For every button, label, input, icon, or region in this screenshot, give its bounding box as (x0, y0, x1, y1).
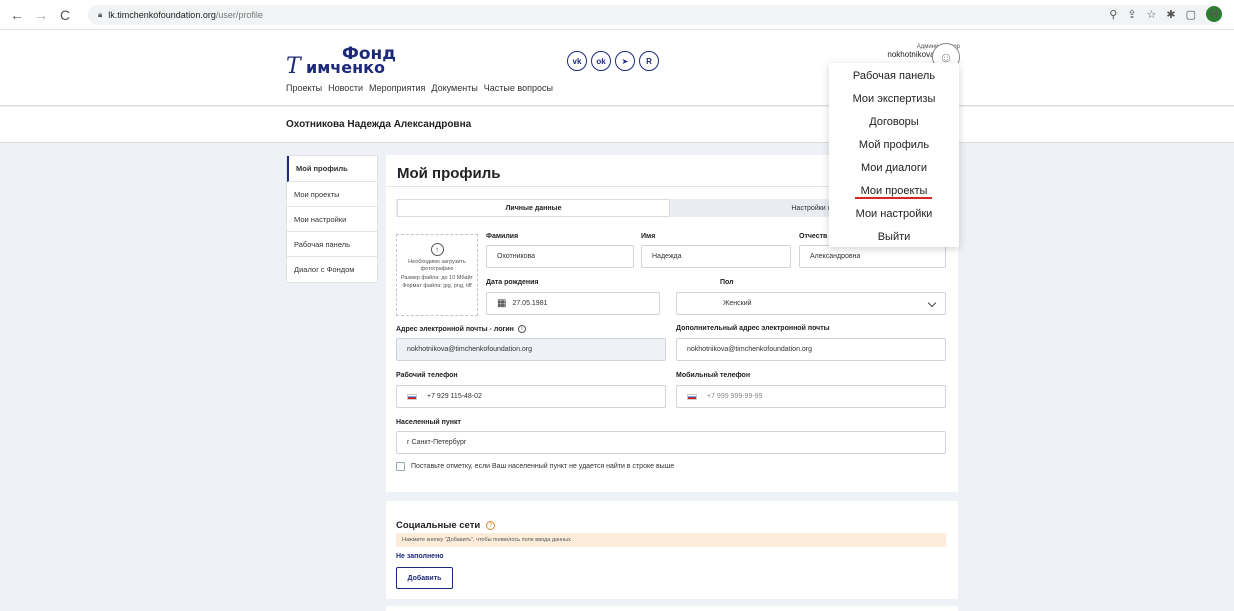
photo-size-hint: Размер файла: до 10 Мбайт (400, 275, 474, 281)
nav-documents[interactable]: Документы (431, 83, 477, 93)
mobile-phone-placeholder: +7 999 999-99-99 (707, 393, 763, 400)
next-card (386, 606, 958, 611)
telegram-icon[interactable]: ➤ (615, 51, 635, 71)
zoom-icon[interactable]: ⚲ (1109, 8, 1117, 21)
profile-name-bar: Охотникова Надежда Александровна (0, 107, 1234, 143)
site-header: Т Фонд имченко Проекты Новости Мероприят… (0, 30, 1234, 106)
email-label: Адрес электронной почты - логин i (396, 325, 526, 333)
calendar-icon: ▦ (497, 298, 507, 309)
flag-separator: · (701, 393, 703, 400)
menu-item-my-profile[interactable]: Мой профиль (829, 134, 959, 156)
vk-icon[interactable]: vk (567, 51, 587, 71)
sidepanel-icon[interactable]: ▢ (1186, 8, 1196, 21)
sidebar-item-my-settings[interactable]: Мои настройки (287, 207, 377, 232)
reload-icon[interactable]: C (54, 4, 76, 26)
forward-icon[interactable]: → (30, 4, 52, 26)
url-path: /user/profile (215, 10, 263, 20)
help-icon[interactable]: ? (485, 520, 495, 530)
photo-hint: Необходимо загрузить фотографию (408, 259, 466, 272)
tab-personal-data[interactable]: Личные данные (397, 199, 670, 217)
logo-name: имченко (306, 58, 386, 77)
gender-select[interactable]: Женский (676, 292, 946, 315)
email-label-text: Адрес электронной почты - логин (396, 325, 514, 333)
surname-field[interactable]: Охотникова (486, 245, 634, 268)
browser-profile-avatar[interactable]: Н (1206, 6, 1222, 22)
city-not-found-row: Поставьте отметку, если Ваш населенный п… (396, 462, 674, 471)
nav-events[interactable]: Мероприятия (369, 83, 425, 93)
name-field[interactable]: Надежда (641, 245, 791, 268)
ok-icon[interactable]: ok (591, 51, 611, 71)
social-links: vk ok ➤ R (567, 51, 659, 71)
browser-toolbar: ← → C 🔒︎ lk.timchenkofoundation.org/user… (0, 0, 1234, 30)
share-icon[interactable]: ⇪ (1127, 8, 1136, 21)
sidebar-item-dialog[interactable]: Диалог с Фондом (287, 257, 377, 282)
surname-label: Фамилия (486, 233, 519, 240)
nav-news[interactable]: Новости (328, 83, 363, 93)
birthdate-label: Дата рождения (486, 279, 539, 286)
city-field[interactable]: г Санкт-Петербург (396, 431, 946, 454)
mobile-phone-label: Мобильный телефон (676, 372, 751, 379)
not-filled-label: Не заполнено (396, 553, 444, 560)
patronymic-field[interactable]: Александровна (799, 245, 946, 268)
nav-faq[interactable]: Частые вопросы (484, 83, 553, 93)
profile-sidebar: Мой профиль Мои проекты Мои настройки Ра… (286, 155, 378, 283)
sidebar-item-my-projects[interactable]: Мои проекты (287, 182, 377, 207)
address-bar[interactable]: 🔒︎ lk.timchenkofoundation.org/user/profi… (88, 5, 1223, 25)
birthdate-value: 27.05.1981 (512, 300, 548, 307)
add-notice: Нажмите кнопку "Добавить", чтобы появило… (396, 533, 946, 547)
sidebar-item-dashboard[interactable]: Рабочая панель (287, 232, 377, 257)
email-field[interactable]: nokhotnikova@timchenkofoundation.org (396, 338, 666, 361)
russia-flag-icon (407, 393, 417, 400)
work-phone-label: Рабочий телефон (396, 372, 458, 379)
user-dropdown-menu: Рабочая панель Мои экспертизы Договоры М… (829, 63, 959, 247)
rutube-icon[interactable]: R (639, 51, 659, 71)
browser-actions: ⚲ ⇪ ☆ ✱ ▢ Н (1109, 6, 1222, 22)
extensions-icon[interactable]: ✱ (1166, 8, 1175, 21)
menu-item-my-dialogs[interactable]: Мои диалоги (829, 157, 959, 179)
upload-icon: ↑ (430, 243, 444, 256)
sidebar-item-my-profile[interactable]: Мой профиль (287, 156, 377, 182)
photo-upload[interactable]: ↑ Необходимо загрузить фотографию Размер… (396, 234, 478, 316)
menu-item-my-expertise[interactable]: Мои экспертизы (829, 88, 959, 110)
nav-projects[interactable]: Проекты (286, 83, 322, 93)
work-phone-value: +7 929 115-48-02 (427, 393, 482, 400)
info-icon[interactable]: i (517, 325, 526, 333)
menu-item-dashboard[interactable]: Рабочая панель (829, 65, 959, 87)
logo-letter: Т (286, 54, 301, 79)
url-host: lk.timchenkofoundation.org (108, 10, 216, 20)
flag-separator: · (421, 393, 423, 400)
gender-label: Пол (720, 279, 734, 286)
social-networks-title: Социальные сети ? (396, 520, 495, 531)
highlight-underline (855, 197, 932, 199)
social-networks-card: Социальные сети ? Нажмите кнопку "Добави… (386, 501, 958, 599)
menu-item-logout[interactable]: Выйти (829, 226, 959, 248)
star-icon[interactable]: ☆ (1147, 8, 1157, 21)
work-phone-field[interactable]: · +7 929 115-48-02 (396, 385, 666, 408)
name-label: Имя (641, 233, 656, 240)
back-icon[interactable]: ← (6, 4, 28, 26)
birthdate-field[interactable]: ▦ 27.05.1981 (486, 292, 660, 315)
city-not-found-checkbox[interactable] (396, 462, 405, 471)
social-networks-title-text: Социальные сети (396, 520, 481, 531)
photo-format-hint: Формат файла: jpg, png, tiff (402, 282, 472, 289)
email2-field[interactable]: nokhotnikova@timchenkofoundation.org (676, 338, 946, 361)
menu-item-contracts[interactable]: Договоры (829, 111, 959, 133)
mobile-phone-field[interactable]: · +7 999 999-99-99 (676, 385, 946, 408)
patronymic-label: Отчеств (799, 233, 828, 240)
foundation-logo[interactable]: Т Фонд имченко (286, 44, 411, 79)
add-button[interactable]: Добавить (396, 567, 453, 589)
profile-full-name: Охотникова Надежда Александровна (286, 119, 472, 130)
city-not-found-label: Поставьте отметку, если Ваш населенный п… (411, 463, 675, 470)
top-navigation: Проекты Новости Мероприятия Документы Ча… (286, 83, 553, 93)
city-label: Населенный пункт (396, 419, 461, 426)
page-title: Мой профиль (397, 165, 501, 182)
lock-icon: 🔒︎ (98, 10, 103, 19)
russia-flag-icon (687, 393, 697, 400)
menu-item-my-settings[interactable]: Мои настройки (829, 203, 959, 225)
email2-label: Дополнительный адрес электронной почты (676, 325, 830, 332)
